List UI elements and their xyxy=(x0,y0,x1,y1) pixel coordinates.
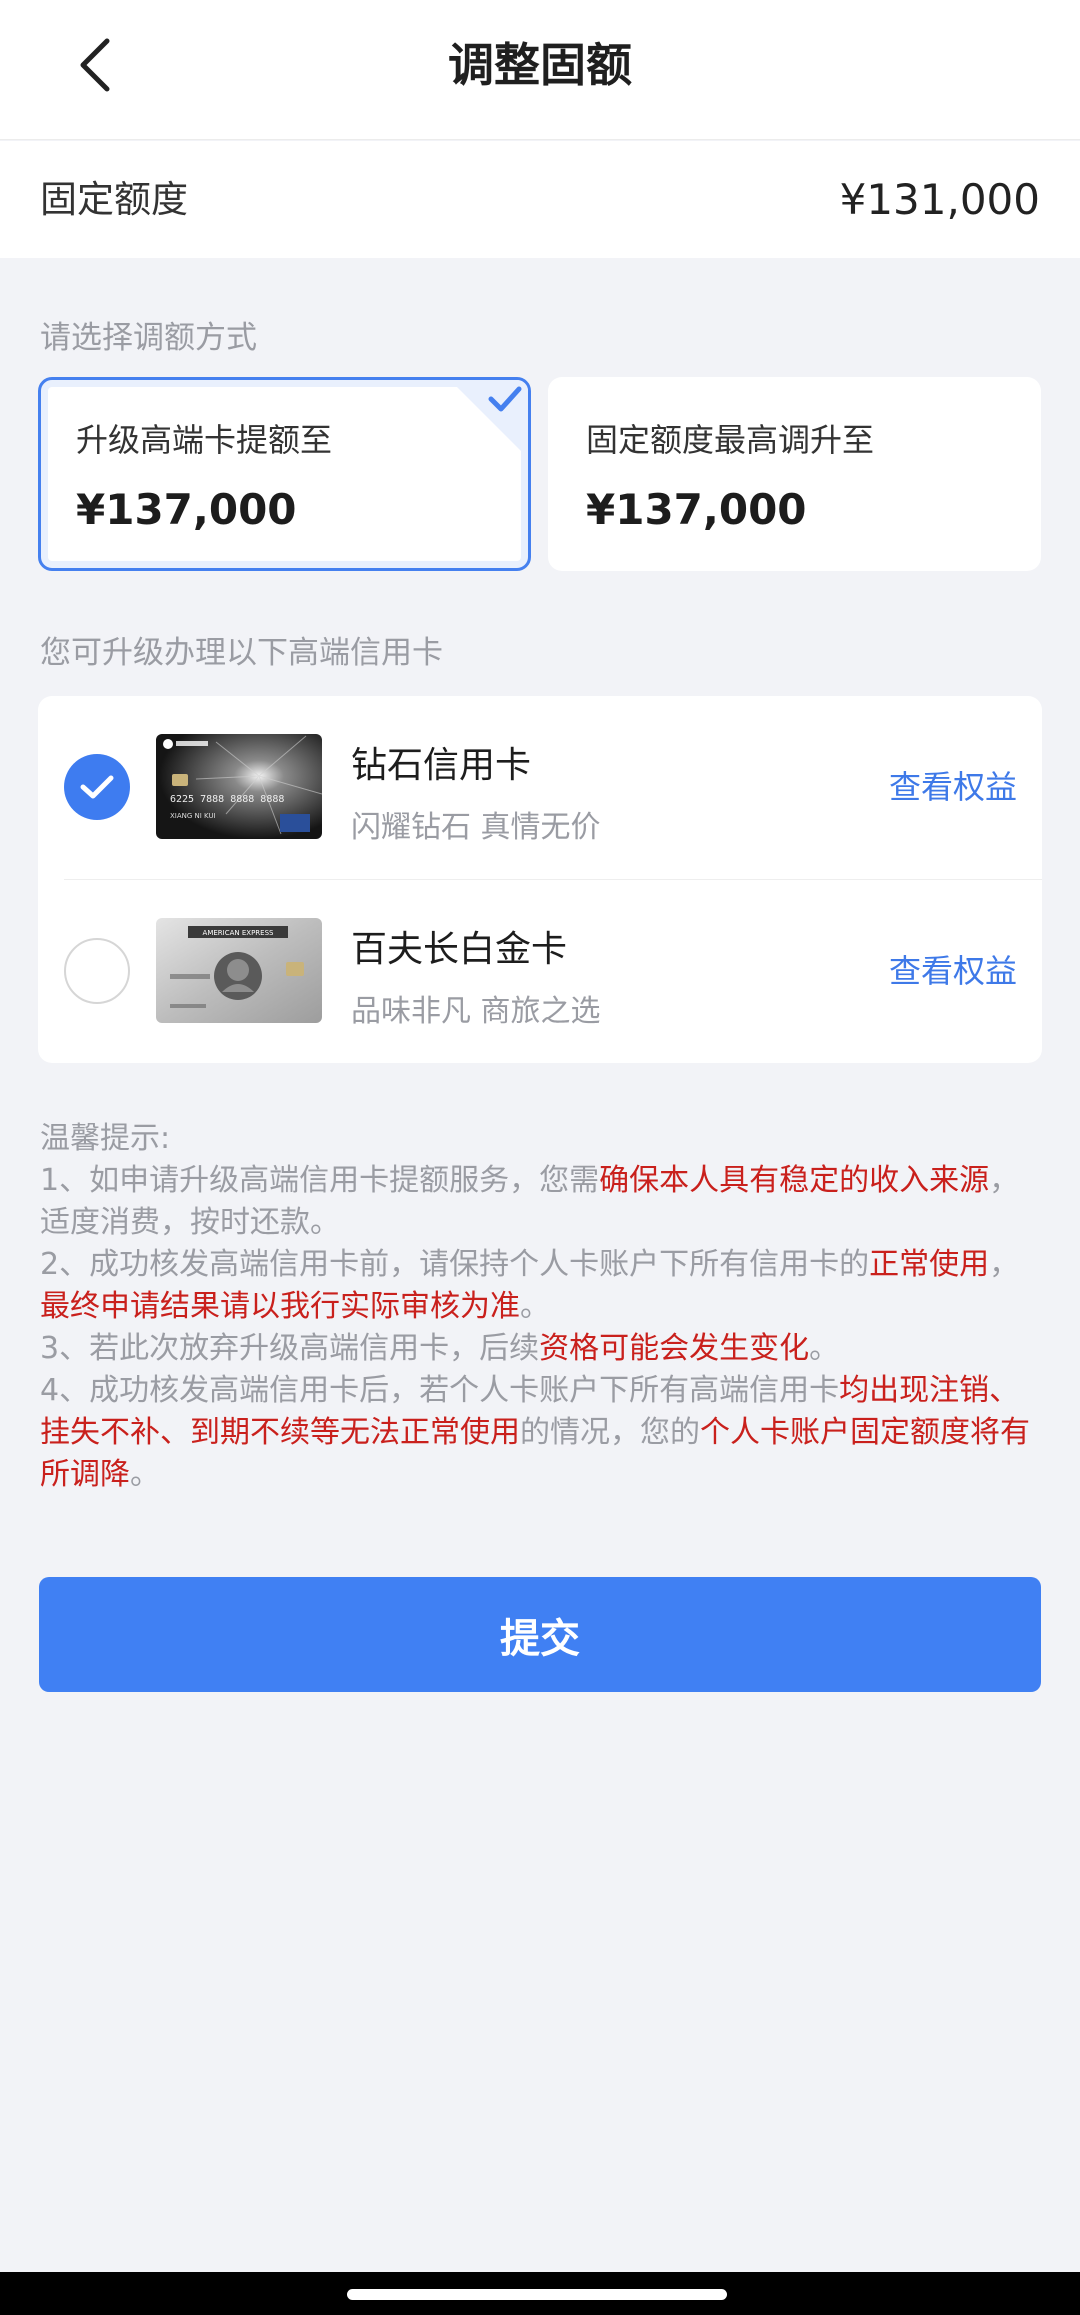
tips-section: 温馨提示: 1、如申请升级高端信用卡提额服务，您需确保本人具有稳定的收入来源，适… xyxy=(40,1118,1044,1496)
check-circle-icon xyxy=(80,775,114,799)
tip-item: 3、若此次放弃升级高端信用卡，后续资格可能会发生变化。 xyxy=(40,1328,1044,1370)
card-name: 钻石信用卡 xyxy=(351,745,532,786)
tip-highlight: 资格可能会发生变化 xyxy=(539,1331,810,1366)
fixed-limit-row: 固定额度 ¥131,000 xyxy=(0,141,1080,258)
back-button[interactable] xyxy=(60,30,130,100)
tip-highlight: 最终申请结果请以我行实际审核为准 xyxy=(40,1289,520,1324)
tip-highlight: 正常使用 xyxy=(869,1247,990,1282)
tip-text: ， xyxy=(989,1247,1020,1282)
tip-text: 。 xyxy=(130,1457,160,1492)
platinum-card-image: AMERICAN EXPRESS xyxy=(156,918,322,1023)
tip-text: 2、成功核发高端信用卡前，请保持个人卡账户下所有信用卡的 xyxy=(40,1247,870,1282)
tip-item: 1、如申请升级高端信用卡提额服务，您需确保本人具有稳定的收入来源，适度消费，按时… xyxy=(40,1160,1044,1244)
option-amount: ¥137,000 xyxy=(76,485,297,534)
radio-checked[interactable] xyxy=(64,754,130,820)
view-benefits-link[interactable]: 查看权益 xyxy=(889,696,1017,879)
check-icon xyxy=(450,380,528,458)
option-label: 固定额度最高调升至 xyxy=(586,421,875,459)
radio-unchecked[interactable] xyxy=(64,938,130,1004)
fixed-limit-label: 固定额度 xyxy=(40,178,188,221)
tip-text: 。 xyxy=(809,1331,840,1366)
tip-text: 3、若此次放弃升级高端信用卡，后续 xyxy=(40,1331,540,1366)
svg-text:6225 7888 8888 8888: 6225 7888 8888 8888 xyxy=(170,794,284,805)
option-upgrade-card[interactable]: 升级高端卡提额至 ¥137,000 xyxy=(38,377,531,571)
chevron-left-icon xyxy=(80,38,110,92)
svg-text:XIANG NI KUI: XIANG NI KUI xyxy=(170,812,216,820)
card-list: 6225 7888 8888 8888 XIANG NI KUI 钻石信用卡 闪… xyxy=(38,696,1042,1063)
option-label: 升级高端卡提额至 xyxy=(76,421,333,459)
top-bar: 调整固额 xyxy=(0,0,1080,140)
tip-highlight: 确保本人具有稳定的收入来源 xyxy=(599,1163,990,1198)
card-item-diamond[interactable]: 6225 7888 8888 8888 XIANG NI KUI 钻石信用卡 闪… xyxy=(38,696,1042,880)
diamond-card-image: 6225 7888 8888 8888 XIANG NI KUI xyxy=(156,734,322,839)
option-raise-fixed-limit[interactable]: 固定额度最高调升至 ¥137,000 xyxy=(548,377,1041,571)
tip-item: 4、成功核发高端信用卡后，若个人卡账户下所有高端信用卡均出现注销、挂失不补、到期… xyxy=(40,1370,1044,1496)
svg-text:AMERICAN EXPRESS: AMERICAN EXPRESS xyxy=(203,929,274,937)
page-title: 调整固额 xyxy=(448,38,632,92)
home-indicator[interactable] xyxy=(347,2289,727,2300)
card-slogan: 品味非凡 商旅之选 xyxy=(351,994,601,1029)
card-item-centurion-platinum[interactable]: AMERICAN EXPRESS 百夫长白金卡 品味非凡 商旅之选 查看权益 xyxy=(38,880,1042,1063)
tips-list: 1、如申请升级高端信用卡提额服务，您需确保本人具有稳定的收入来源，适度消费，按时… xyxy=(40,1160,1044,1496)
card-slogan: 闪耀钻石 真情无价 xyxy=(351,810,601,845)
tip-text: 。 xyxy=(520,1289,550,1324)
view-benefits-link[interactable]: 查看权益 xyxy=(889,880,1017,1063)
upgrade-cards-label: 您可升级办理以下高端信用卡 xyxy=(40,635,443,671)
tip-text: 1、如申请升级高端信用卡提额服务，您需 xyxy=(40,1163,600,1198)
option-amount: ¥137,000 xyxy=(586,485,807,534)
adjust-method-label: 请选择调额方式 xyxy=(40,320,257,356)
system-nav-bar xyxy=(0,2272,1080,2315)
card-name: 百夫长白金卡 xyxy=(351,929,568,970)
tip-item: 2、成功核发高端信用卡前，请保持个人卡账户下所有信用卡的正常使用， 最终申请结果请… xyxy=(40,1244,1044,1328)
tip-text: 的情况，您的 xyxy=(520,1415,700,1450)
submit-button[interactable]: 提交 xyxy=(39,1577,1041,1692)
fixed-limit-value: ¥131,000 xyxy=(839,175,1040,224)
tips-title: 温馨提示: xyxy=(40,1121,171,1156)
tip-text: 4、成功核发高端信用卡后，若个人卡账户下所有高端信用卡 xyxy=(40,1373,840,1408)
